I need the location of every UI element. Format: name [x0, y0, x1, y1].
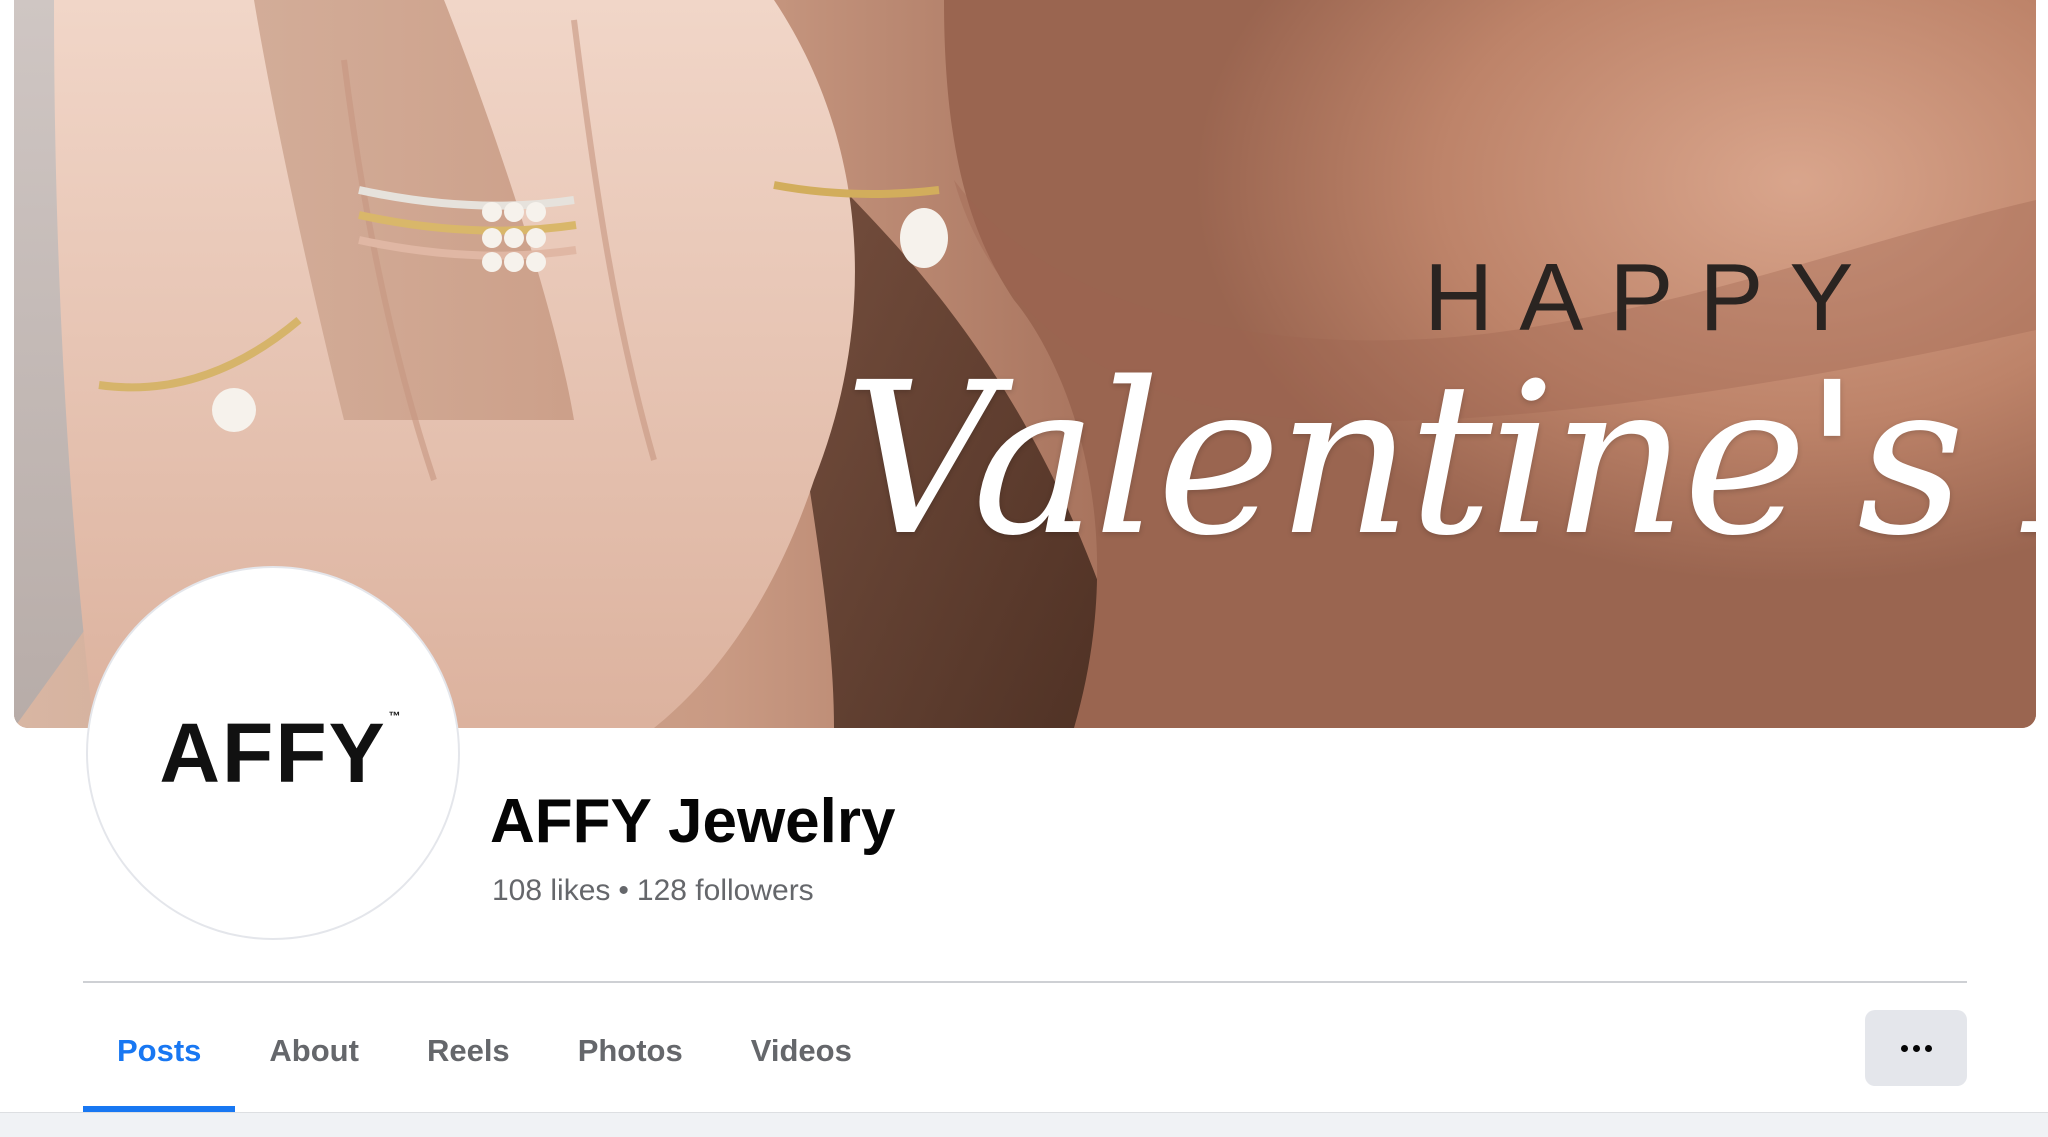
tab-posts[interactable]: Posts	[83, 990, 236, 1112]
stats-separator: •	[618, 874, 629, 907]
cover-headline-happy: HAPPY	[1424, 244, 1880, 351]
tab-photos[interactable]: Photos	[544, 990, 717, 1112]
more-horizontal-icon	[1900, 1044, 1932, 1052]
followers-count-link[interactable]: 128 followers	[637, 874, 814, 907]
page-tabs: Posts About Reels Photos Videos	[83, 990, 886, 1112]
profile-picture[interactable]: AFFY ™	[88, 568, 458, 938]
more-options-button[interactable]	[1865, 1010, 1967, 1086]
trademark-mark: ™	[388, 708, 403, 723]
tab-reels[interactable]: Reels	[393, 990, 544, 1112]
likes-count-link[interactable]: 108 likes	[492, 874, 610, 907]
page-title: AFFY Jewelry	[490, 787, 896, 856]
brand-logo: AFFY ™	[159, 705, 400, 802]
cover-headline-script: Valentine's Day	[844, 337, 2036, 582]
tab-videos[interactable]: Videos	[717, 990, 886, 1112]
logo-text: AFFY	[159, 705, 387, 800]
facebook-page-header: HAPPY Valentine's Day AFFY ™ AFFY Jewelr…	[0, 0, 2048, 1137]
tab-about[interactable]: About	[235, 990, 393, 1112]
page-stats: 108 likes • 128 followers	[492, 874, 814, 908]
feed-background-strip	[0, 1112, 2048, 1137]
header-divider	[83, 981, 1967, 983]
